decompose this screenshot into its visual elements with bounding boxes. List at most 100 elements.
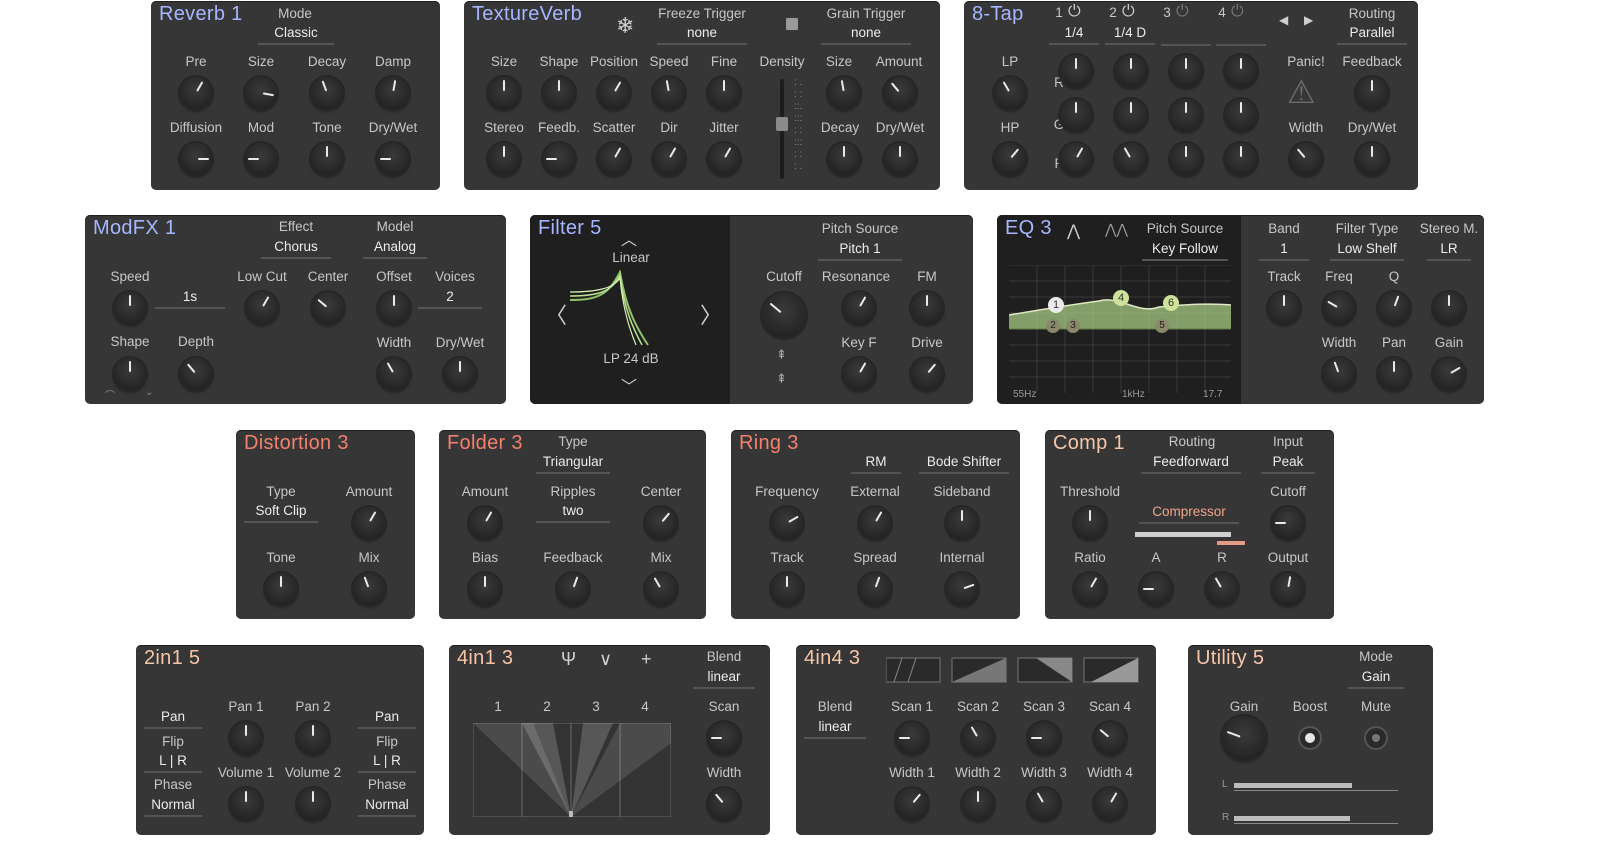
comp-input-select[interactable]: Peak	[1261, 454, 1315, 474]
tap-4-p-knob[interactable]	[1225, 143, 1257, 175]
tap-next-icon[interactable]: ▶	[1304, 13, 1313, 27]
folder-feedback-knob[interactable]	[557, 573, 589, 605]
twoin1-pan-b-select[interactable]: Pan	[358, 709, 416, 729]
twoin1-phase-b-select[interactable]: Normal	[358, 797, 416, 817]
modfx-center-knob[interactable]	[312, 292, 344, 324]
fourin1-width-knob[interactable]	[708, 788, 740, 820]
filter-up-chevron-icon[interactable]: ︿	[621, 226, 637, 250]
comp-ratio-knob[interactable]	[1074, 573, 1106, 605]
comp-mode-select[interactable]: Compressor	[1139, 504, 1239, 524]
tap-feedback-knob[interactable]	[1356, 77, 1388, 109]
filter-prev-chevron-icon[interactable]: 〈	[545, 298, 567, 330]
comp-threshold-knob[interactable]	[1074, 507, 1106, 539]
tap-4-time[interactable]	[1216, 25, 1266, 46]
fourin4-scan2-knob[interactable]	[962, 722, 994, 754]
tap-2-time[interactable]: 1/4 D	[1105, 25, 1155, 45]
reverb-pre-knob[interactable]	[180, 77, 212, 109]
tv-scatter-knob[interactable]	[598, 143, 630, 175]
ring-sideband-knob[interactable]	[946, 507, 978, 539]
twoin1-flip-b-select[interactable]: L | R	[358, 753, 416, 773]
eq-band-select[interactable]: 1	[1259, 241, 1309, 261]
ring-frequency-knob[interactable]	[771, 507, 803, 539]
modfx-shape-knob[interactable]	[114, 358, 146, 390]
utility-mute-toggle[interactable]	[1366, 728, 1386, 748]
eq-width-knob[interactable]	[1323, 358, 1355, 390]
modfx-speed-value[interactable]: 1s	[155, 289, 225, 309]
eq-double-peak-icon[interactable]: ⋀⋀	[1105, 221, 1128, 238]
eq-node-5[interactable]: 5	[1155, 319, 1169, 333]
eq-node-2[interactable]: 2	[1046, 319, 1060, 333]
filter-cutoff-knob[interactable]	[762, 293, 806, 337]
twoin1-pan2-knob[interactable]	[297, 722, 329, 754]
eq-node-6[interactable]: 6	[1163, 295, 1179, 311]
tv-shape-knob[interactable]	[543, 77, 575, 109]
comp-attack-knob[interactable]	[1140, 573, 1172, 605]
tap-3-g-knob[interactable]	[1170, 99, 1202, 131]
modfx-width-knob[interactable]	[378, 358, 410, 390]
modfx-depth-knob[interactable]	[180, 358, 212, 390]
eq-stereo-knob[interactable]	[1433, 292, 1465, 324]
fourin1-blend-select[interactable]: linear	[693, 669, 755, 689]
eq-node-1[interactable]: 1	[1048, 297, 1064, 313]
tv-size-knob[interactable]	[488, 77, 520, 109]
distortion-tone-knob[interactable]	[265, 573, 297, 605]
ring-mode-bode[interactable]: Bode Shifter	[919, 454, 1009, 474]
reverb-decay-knob[interactable]	[311, 77, 343, 109]
tap-hp-knob[interactable]	[994, 143, 1026, 175]
reverb-mode-select[interactable]: Classic	[258, 25, 334, 45]
tap-2-r-knob[interactable]	[1115, 55, 1147, 87]
tv-decay-knob[interactable]	[828, 143, 860, 175]
tap-drywet-knob[interactable]	[1356, 143, 1388, 175]
distortion-amount-knob[interactable]	[353, 507, 385, 539]
cutoff-up-arrows-icon[interactable]: ⇞	[776, 347, 787, 363]
filter-pitch-source-select[interactable]: Pitch 1	[818, 241, 902, 261]
tap-3-power-icon[interactable]: ⏻	[1176, 3, 1189, 21]
tv-fine-knob[interactable]	[708, 77, 740, 109]
reverb-damp-knob[interactable]	[377, 77, 409, 109]
reverb-tone-knob[interactable]	[311, 143, 343, 175]
comp-release-knob[interactable]	[1206, 573, 1238, 605]
modfx-lowcut-knob[interactable]	[246, 292, 278, 324]
modfx-voices-value[interactable]: 2	[418, 289, 482, 309]
eq-filtertype-select[interactable]: Low Shelf	[1330, 241, 1404, 261]
tap-prev-icon[interactable]: ◀	[1279, 13, 1288, 27]
modfx-drywet-knob[interactable]	[444, 358, 476, 390]
tap-1-g-knob[interactable]	[1060, 99, 1092, 131]
eq-peak-shape-icon[interactable]: ⋀	[1067, 221, 1080, 241]
eq-track-knob[interactable]	[1268, 292, 1300, 324]
grain-stop-icon[interactable]	[786, 18, 798, 30]
reverb-drywet-knob[interactable]	[377, 143, 409, 175]
tap-1-r-knob[interactable]	[1060, 55, 1092, 87]
folder-ripples-select[interactable]: two	[536, 503, 610, 523]
fourin1-v-icon[interactable]: ∨	[599, 649, 612, 670]
filter-resonance-knob[interactable]	[843, 292, 875, 324]
folder-amount-knob[interactable]	[469, 507, 501, 539]
eq-q-knob[interactable]	[1378, 292, 1410, 324]
density-slider-handle[interactable]	[776, 117, 788, 131]
folder-center-knob[interactable]	[645, 507, 677, 539]
tv-stereo-knob[interactable]	[488, 143, 520, 175]
fourin4-width2-knob[interactable]	[962, 788, 994, 820]
tv-jitter-knob[interactable]	[708, 143, 740, 175]
fourin1-scan-display[interactable]	[473, 723, 671, 817]
tap-1-power-icon[interactable]: ⏻	[1068, 3, 1081, 21]
ring-mode-rm[interactable]: RM	[851, 454, 901, 474]
distortion-mix-knob[interactable]	[353, 573, 385, 605]
fourin4-scan3-knob[interactable]	[1028, 722, 1060, 754]
tap-3-r-knob[interactable]	[1170, 55, 1202, 87]
tv-amount-knob[interactable]	[884, 77, 916, 109]
fourin4-width1-knob[interactable]	[896, 788, 928, 820]
filter-next-chevron-icon[interactable]: 〉	[700, 298, 722, 330]
tap-width-knob[interactable]	[1290, 143, 1322, 175]
twoin1-pan1-knob[interactable]	[230, 722, 262, 754]
ring-internal-knob[interactable]	[946, 573, 978, 605]
fourin4-preview-strip[interactable]	[886, 657, 1152, 683]
tap-2-g-knob[interactable]	[1115, 99, 1147, 131]
comp-cutoff-knob[interactable]	[1272, 507, 1304, 539]
eq-pitch-source-select[interactable]: Key Follow	[1142, 241, 1228, 261]
modfx-effect-select[interactable]: Chorus	[261, 239, 331, 259]
tap-routing-select[interactable]: Parallel	[1337, 25, 1407, 45]
tap-4-power-icon[interactable]: ⏻	[1231, 3, 1244, 21]
twoin1-volume1-knob[interactable]	[230, 788, 262, 820]
utility-mode-select[interactable]: Gain	[1348, 669, 1404, 689]
